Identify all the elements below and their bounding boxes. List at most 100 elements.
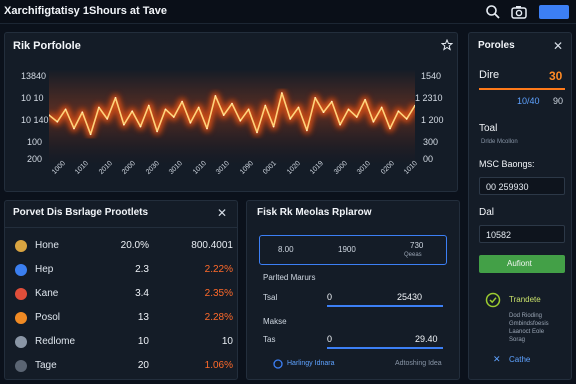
data-point bbox=[181, 100, 183, 103]
data-point bbox=[397, 110, 400, 112]
tas-bar bbox=[327, 347, 443, 349]
search-icon[interactable] bbox=[484, 3, 502, 21]
header-action-button[interactable] bbox=[539, 5, 569, 19]
product-icon bbox=[15, 264, 27, 276]
tsal-label: Tsal bbox=[263, 293, 278, 302]
data-point bbox=[81, 111, 84, 113]
msc-label: MSC Baongs: bbox=[479, 159, 535, 169]
data-point bbox=[272, 125, 275, 128]
dire-underline bbox=[479, 88, 565, 90]
product-icon bbox=[15, 312, 27, 324]
status-line: Sorag bbox=[509, 337, 526, 343]
y-tick: 300 bbox=[423, 137, 439, 147]
table-row[interactable]: Tage 20 1.06% bbox=[15, 357, 235, 379]
right-panel: Poroles ✕ Dire 30 10/40 90 Toal Drlde Mc… bbox=[468, 32, 572, 380]
msc-value: 00 259930 bbox=[486, 182, 529, 192]
dire-label: Dire bbox=[479, 69, 500, 81]
table-row[interactable]: Hep 2.3 2.22% bbox=[15, 261, 235, 283]
product-share: 10 bbox=[137, 336, 149, 347]
dire-row2-a: 10/40 bbox=[517, 96, 540, 106]
pending-label: Parlted Marurs bbox=[263, 273, 316, 282]
data-point bbox=[264, 104, 267, 107]
dal-label: Dal bbox=[479, 207, 495, 218]
close-icon[interactable]: ✕ bbox=[553, 40, 563, 52]
tsal-bar bbox=[327, 305, 443, 307]
summary-subtext: Qeeas bbox=[404, 252, 422, 258]
data-point bbox=[98, 106, 100, 109]
data-point bbox=[331, 100, 333, 103]
data-point bbox=[281, 92, 283, 94]
table-row[interactable]: Posol 13 2.28% bbox=[15, 309, 235, 331]
data-point bbox=[256, 131, 258, 134]
table-row[interactable]: Kane 3.4 2.35% bbox=[15, 285, 235, 307]
y-tick: 13840 bbox=[21, 71, 47, 81]
msc-field[interactable]: 00 259930 bbox=[479, 177, 565, 195]
dal-field[interactable]: 10582 bbox=[479, 225, 565, 243]
data-point bbox=[173, 116, 175, 118]
product-name: Hone bbox=[35, 240, 59, 251]
data-point bbox=[314, 97, 317, 99]
product-name: Redlome bbox=[35, 336, 76, 347]
status-title: Trandete bbox=[509, 295, 541, 304]
data-point bbox=[239, 120, 242, 122]
tas-right-value: 29.40 bbox=[415, 334, 438, 344]
close-icon[interactable]: ✕ bbox=[217, 207, 227, 219]
dire-value: 30 bbox=[549, 69, 563, 83]
data-point bbox=[73, 127, 75, 130]
star-icon[interactable] bbox=[441, 39, 453, 51]
data-point bbox=[347, 108, 350, 111]
product-share: 13 bbox=[137, 312, 149, 323]
product-value: 800.4001 bbox=[191, 240, 233, 251]
status-line: Dod Rioding bbox=[509, 313, 543, 319]
makse-label: Makse bbox=[263, 317, 287, 326]
dal-value: 10582 bbox=[486, 230, 512, 240]
footer-right-link[interactable]: Adtoshing Idea bbox=[395, 360, 442, 367]
product-value: 2.22% bbox=[204, 264, 233, 275]
toal-subtext: Drlde Mcollon bbox=[481, 139, 518, 145]
tsal-right-value: 25430 bbox=[397, 292, 423, 302]
y-tick: 200 bbox=[27, 154, 43, 164]
y-tick: 00 bbox=[423, 154, 434, 164]
camera-icon[interactable] bbox=[510, 3, 528, 21]
y-tick: 10 140 bbox=[21, 115, 49, 125]
chart-panel: Rik Porfolole 13840 10 10 10 140 100 200… bbox=[4, 32, 458, 192]
status-line: Gmbindsfoesis bbox=[509, 321, 549, 327]
data-point bbox=[214, 95, 217, 97]
product-name: Posol bbox=[35, 312, 61, 323]
data-point bbox=[339, 123, 341, 126]
data-point bbox=[56, 121, 59, 123]
status-line: Laanoct Eole bbox=[509, 329, 545, 335]
risk-panel: Fisk Rk Meolas Rplarow 8.00 1900 730 Qee… bbox=[246, 200, 460, 380]
cancel-link[interactable]: ✕ Cathe bbox=[493, 353, 553, 367]
data-point bbox=[89, 133, 92, 136]
footer-left-link[interactable]: Harlingy Idnara bbox=[287, 360, 334, 367]
data-point bbox=[123, 123, 125, 126]
product-share: 3.4 bbox=[135, 288, 149, 299]
data-point bbox=[297, 106, 300, 109]
cross-icon: ✕ bbox=[493, 354, 501, 364]
table-row[interactable]: Hone 20.0% 800.4001 bbox=[15, 237, 235, 259]
data-point bbox=[106, 118, 108, 120]
table-row[interactable]: Redlome 10 10 bbox=[15, 333, 235, 355]
product-value: 2.35% bbox=[204, 288, 233, 299]
action-button[interactable]: Aufiont bbox=[479, 255, 565, 273]
data-point bbox=[222, 114, 225, 116]
products-panel: Porvet Dis Bsrlage Prootlets ✕ Hone 20.0%… bbox=[4, 200, 238, 380]
product-icon bbox=[15, 288, 27, 300]
data-point bbox=[156, 130, 158, 133]
toal-label: Toal bbox=[479, 123, 498, 134]
summary-box[interactable]: 8.00 1900 730 Qeeas bbox=[259, 235, 447, 265]
product-icon bbox=[15, 240, 27, 252]
data-point bbox=[380, 106, 383, 109]
data-point bbox=[322, 111, 325, 113]
products-title: Porvet Dis Bsrlage Prootlets bbox=[13, 207, 149, 218]
radio-icon[interactable] bbox=[273, 359, 283, 369]
data-point bbox=[306, 129, 308, 132]
top-bar: Xarchifigtatisy 1Shours at Tave bbox=[0, 0, 576, 24]
product-share: 20.0% bbox=[120, 240, 149, 251]
product-name: Kane bbox=[35, 288, 59, 299]
product-icon bbox=[15, 336, 27, 348]
data-point bbox=[189, 122, 192, 124]
right-panel-title: Poroles bbox=[478, 40, 515, 51]
data-point bbox=[389, 127, 391, 130]
